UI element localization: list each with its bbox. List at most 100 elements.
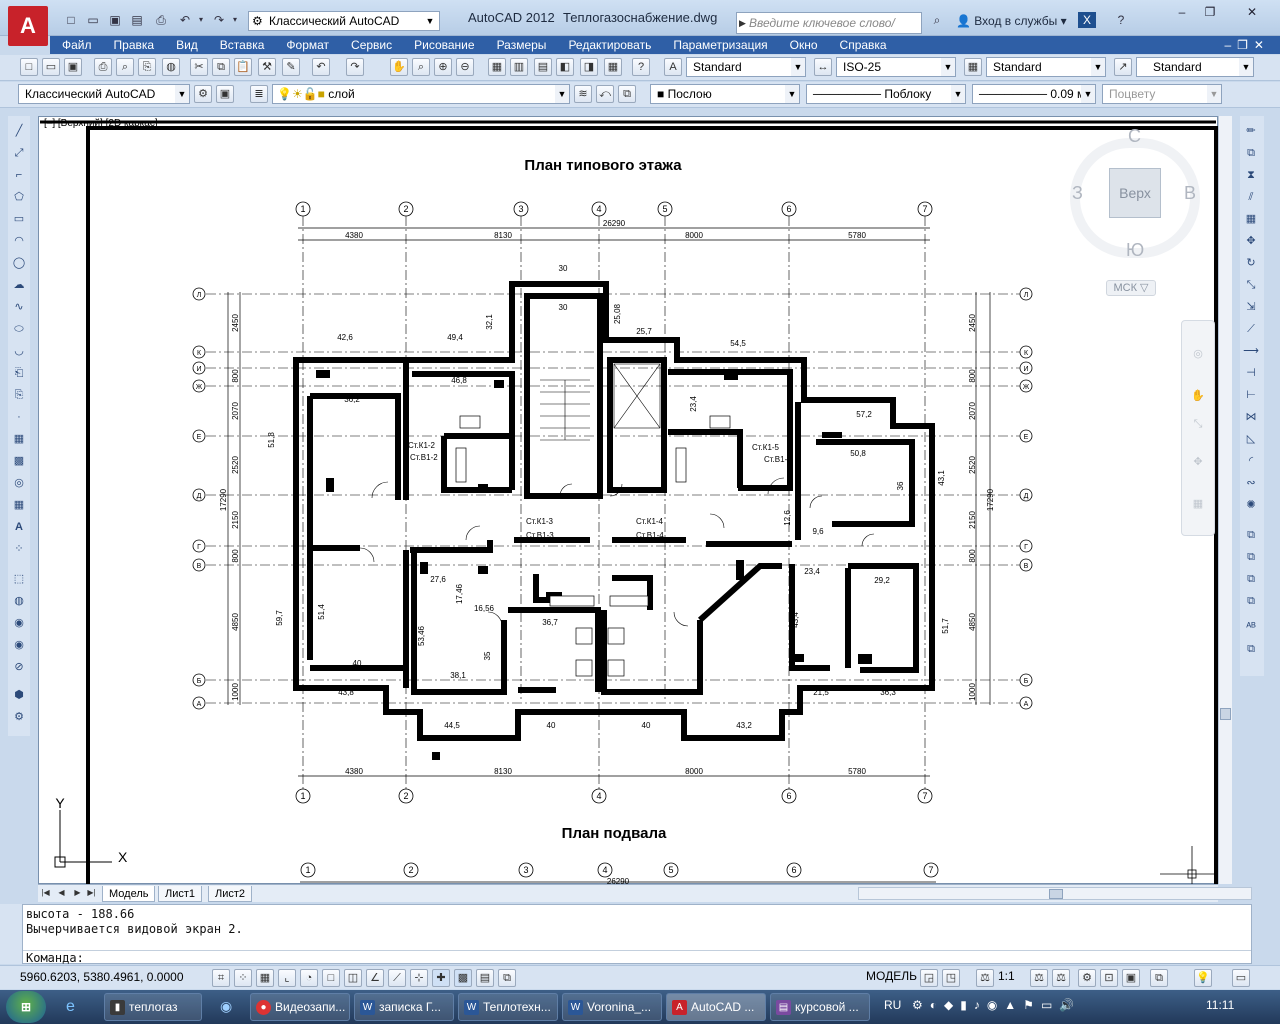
block-editor-icon[interactable]: ✎ — [282, 58, 300, 76]
undo-icon[interactable]: ↶ — [176, 12, 194, 28]
command-prompt[interactable]: Команда: — [23, 950, 1251, 965]
media-icon[interactable]: ◉ — [220, 998, 232, 1015]
erase-icon[interactable]: ✏ — [1242, 122, 1260, 140]
extend-icon[interactable]: ⟶ — [1242, 342, 1260, 360]
lineweight-dropdown[interactable]: ──────── 0.09 мм ▼ — [972, 84, 1096, 104]
command-window-handle[interactable] — [0, 904, 22, 964]
make-current-icon[interactable]: ≋ — [574, 85, 592, 103]
vertical-scroll-thumb[interactable] — [1220, 708, 1231, 720]
polar-icon[interactable]: ◔ — [300, 969, 318, 987]
move-icon[interactable]: ✥ — [1242, 232, 1260, 250]
menu-window[interactable]: Окно — [778, 36, 828, 54]
help-icon[interactable]: ? — [632, 58, 650, 76]
open-icon[interactable]: ▭ — [42, 58, 60, 76]
layer-states-icon[interactable]: ⧉ — [618, 85, 636, 103]
paste-icon[interactable]: 📋 — [234, 58, 252, 76]
ellipse-arc-icon[interactable]: ◡ — [10, 342, 28, 360]
otrack-icon[interactable]: ∠ — [366, 969, 384, 987]
redo-dropdown-icon[interactable]: ▾ — [230, 12, 240, 28]
ellipse-icon[interactable]: ⬭ — [10, 320, 28, 338]
properties-icon[interactable]: ▦ — [488, 58, 506, 76]
cube-icon[interactable]: ⬢ — [10, 686, 28, 704]
tab-sheet2[interactable]: Лист2 — [208, 886, 253, 902]
revcloud-icon[interactable]: ☁ — [10, 276, 28, 294]
dyn-icon[interactable]: ⊹ — [410, 969, 428, 987]
autocad-logo[interactable]: A — [8, 6, 48, 46]
tab-last-icon[interactable]: ▶| — [86, 886, 97, 900]
table-icon[interactable]: ▦ — [10, 496, 28, 514]
menu-file[interactable]: Файл — [50, 36, 102, 54]
zoom-window-icon[interactable]: ⊕ — [434, 58, 452, 76]
make-block-icon[interactable]: ⎘ — [10, 386, 28, 404]
language-indicator[interactable]: RU — [884, 998, 901, 1012]
annotation-scale-icon[interactable]: ⚖ — [976, 969, 994, 987]
point-icon[interactable]: · — [10, 408, 28, 426]
trim-icon[interactable]: ⟋ — [1242, 320, 1260, 338]
infer-constraints-icon[interactable]: ⌗ — [212, 969, 230, 987]
layer-dropdown[interactable]: 💡☀🔓■ слой ▼ — [272, 84, 570, 104]
taskbar-item-word-zapiska[interactable]: Wзаписка Г... — [354, 993, 454, 1021]
print-icon[interactable]: ⎙ — [94, 58, 112, 76]
draworder-front-icon[interactable]: ⧉ — [1242, 526, 1260, 544]
gradient-icon[interactable]: ▩ — [10, 452, 28, 470]
cut-icon[interactable]: ✂ — [190, 58, 208, 76]
array-icon[interactable]: ▦ — [1242, 210, 1260, 228]
stretch-icon[interactable]: ⇲ — [1242, 298, 1260, 316]
layer-properties-icon[interactable]: ≣ — [250, 85, 268, 103]
lightbulb-icon[interactable]: 💡 — [1194, 969, 1212, 987]
clean-screen-icon[interactable]: ▭ — [1232, 969, 1250, 987]
pan-icon[interactable]: ✋ — [1189, 387, 1207, 405]
menu-parametric[interactable]: Параметризация — [661, 36, 777, 54]
help-icon[interactable]: ? — [1112, 12, 1130, 28]
rectangle-icon[interactable]: ▭ — [10, 210, 28, 228]
horizontal-scrollbar[interactable] — [858, 887, 1252, 900]
taskbar-item-video[interactable]: ● Видеозапи... — [250, 993, 350, 1021]
hatch-icon[interactable]: ▦ — [10, 430, 28, 448]
taskbar-item-kursovoy[interactable]: ▤ курсовой ... — [770, 993, 870, 1021]
print-icon[interactable]: ⎙ — [152, 12, 170, 28]
save-icon[interactable]: ▣ — [64, 58, 82, 76]
osnap-icon[interactable]: □ — [322, 969, 340, 987]
lineweight-toggle-icon[interactable]: ✚ — [432, 969, 450, 987]
selection-cycling-icon[interactable]: ⧉ — [498, 969, 516, 987]
taskbar-item-teplogaz[interactable]: ▮ теплогаз — [104, 993, 202, 1021]
construction-line-icon[interactable]: ⤢ — [10, 144, 28, 162]
menu-dimension[interactable]: Размеры — [485, 36, 557, 54]
orbit-icon[interactable]: ✥ — [1189, 453, 1207, 471]
blend-icon[interactable]: ∾ — [1242, 474, 1260, 492]
viewcube-top-face[interactable]: Верх — [1109, 168, 1161, 218]
wcs-menu[interactable]: МСК ▽ — [1106, 280, 1156, 296]
viewcube-west[interactable]: З — [1072, 183, 1083, 204]
mleader-style-icon[interactable]: ↗ — [1114, 58, 1132, 76]
draworder-back-icon[interactable]: ⧉ — [1242, 548, 1260, 566]
scale-icon[interactable]: ⤡ — [1242, 276, 1260, 294]
design-center-icon[interactable]: ▥ — [510, 58, 528, 76]
saveas-icon[interactable]: ▤ — [128, 12, 146, 28]
break-point-icon[interactable]: ⊣ — [1242, 364, 1260, 382]
ortho-icon[interactable]: ⌞ — [278, 969, 296, 987]
workspace-dropdown[interactable]: ⚙ Классический AutoCAD ▼ — [248, 11, 440, 31]
mleader-style-dropdown[interactable]: Standard ▼ — [1136, 57, 1254, 77]
region-icon[interactable]: ◎ — [10, 474, 28, 492]
text-style-icon[interactable]: A — [664, 58, 682, 76]
workspace-dropdown[interactable]: Классический AutoCAD ▼ — [18, 84, 190, 104]
restore-button[interactable]: ❐ — [1196, 4, 1224, 20]
linetype-dropdown[interactable]: ──────── Поблоку ▼ — [806, 84, 966, 104]
line-icon[interactable]: ╱ — [10, 122, 28, 140]
undo-icon[interactable]: ↶ — [312, 58, 330, 76]
tab-sheet1[interactable]: Лист1 — [158, 886, 203, 902]
menu-modify[interactable]: Редактировать — [556, 36, 661, 54]
3dosnap-icon[interactable]: ◫ — [344, 969, 362, 987]
offset-icon[interactable]: ⫽ — [1242, 188, 1260, 206]
menu-edit[interactable]: Правка — [102, 36, 165, 54]
redo-icon[interactable]: ↷ — [210, 12, 228, 28]
hatch-back-icon[interactable]: ⧉ — [1242, 640, 1260, 658]
ie-icon[interactable]: e — [66, 998, 75, 1016]
polygon-icon[interactable]: ⬠ — [10, 188, 28, 206]
tab-model[interactable]: Модель — [102, 886, 156, 902]
taskbar-item-word-voronina[interactable]: W Voronina_... — [562, 993, 662, 1021]
zoom-previous-icon[interactable]: ⊖ — [456, 58, 474, 76]
snap-icon[interactable]: ⁘ — [234, 969, 252, 987]
table-style-icon[interactable]: ▦ — [964, 58, 982, 76]
menu-draw[interactable]: Рисование — [402, 36, 484, 54]
